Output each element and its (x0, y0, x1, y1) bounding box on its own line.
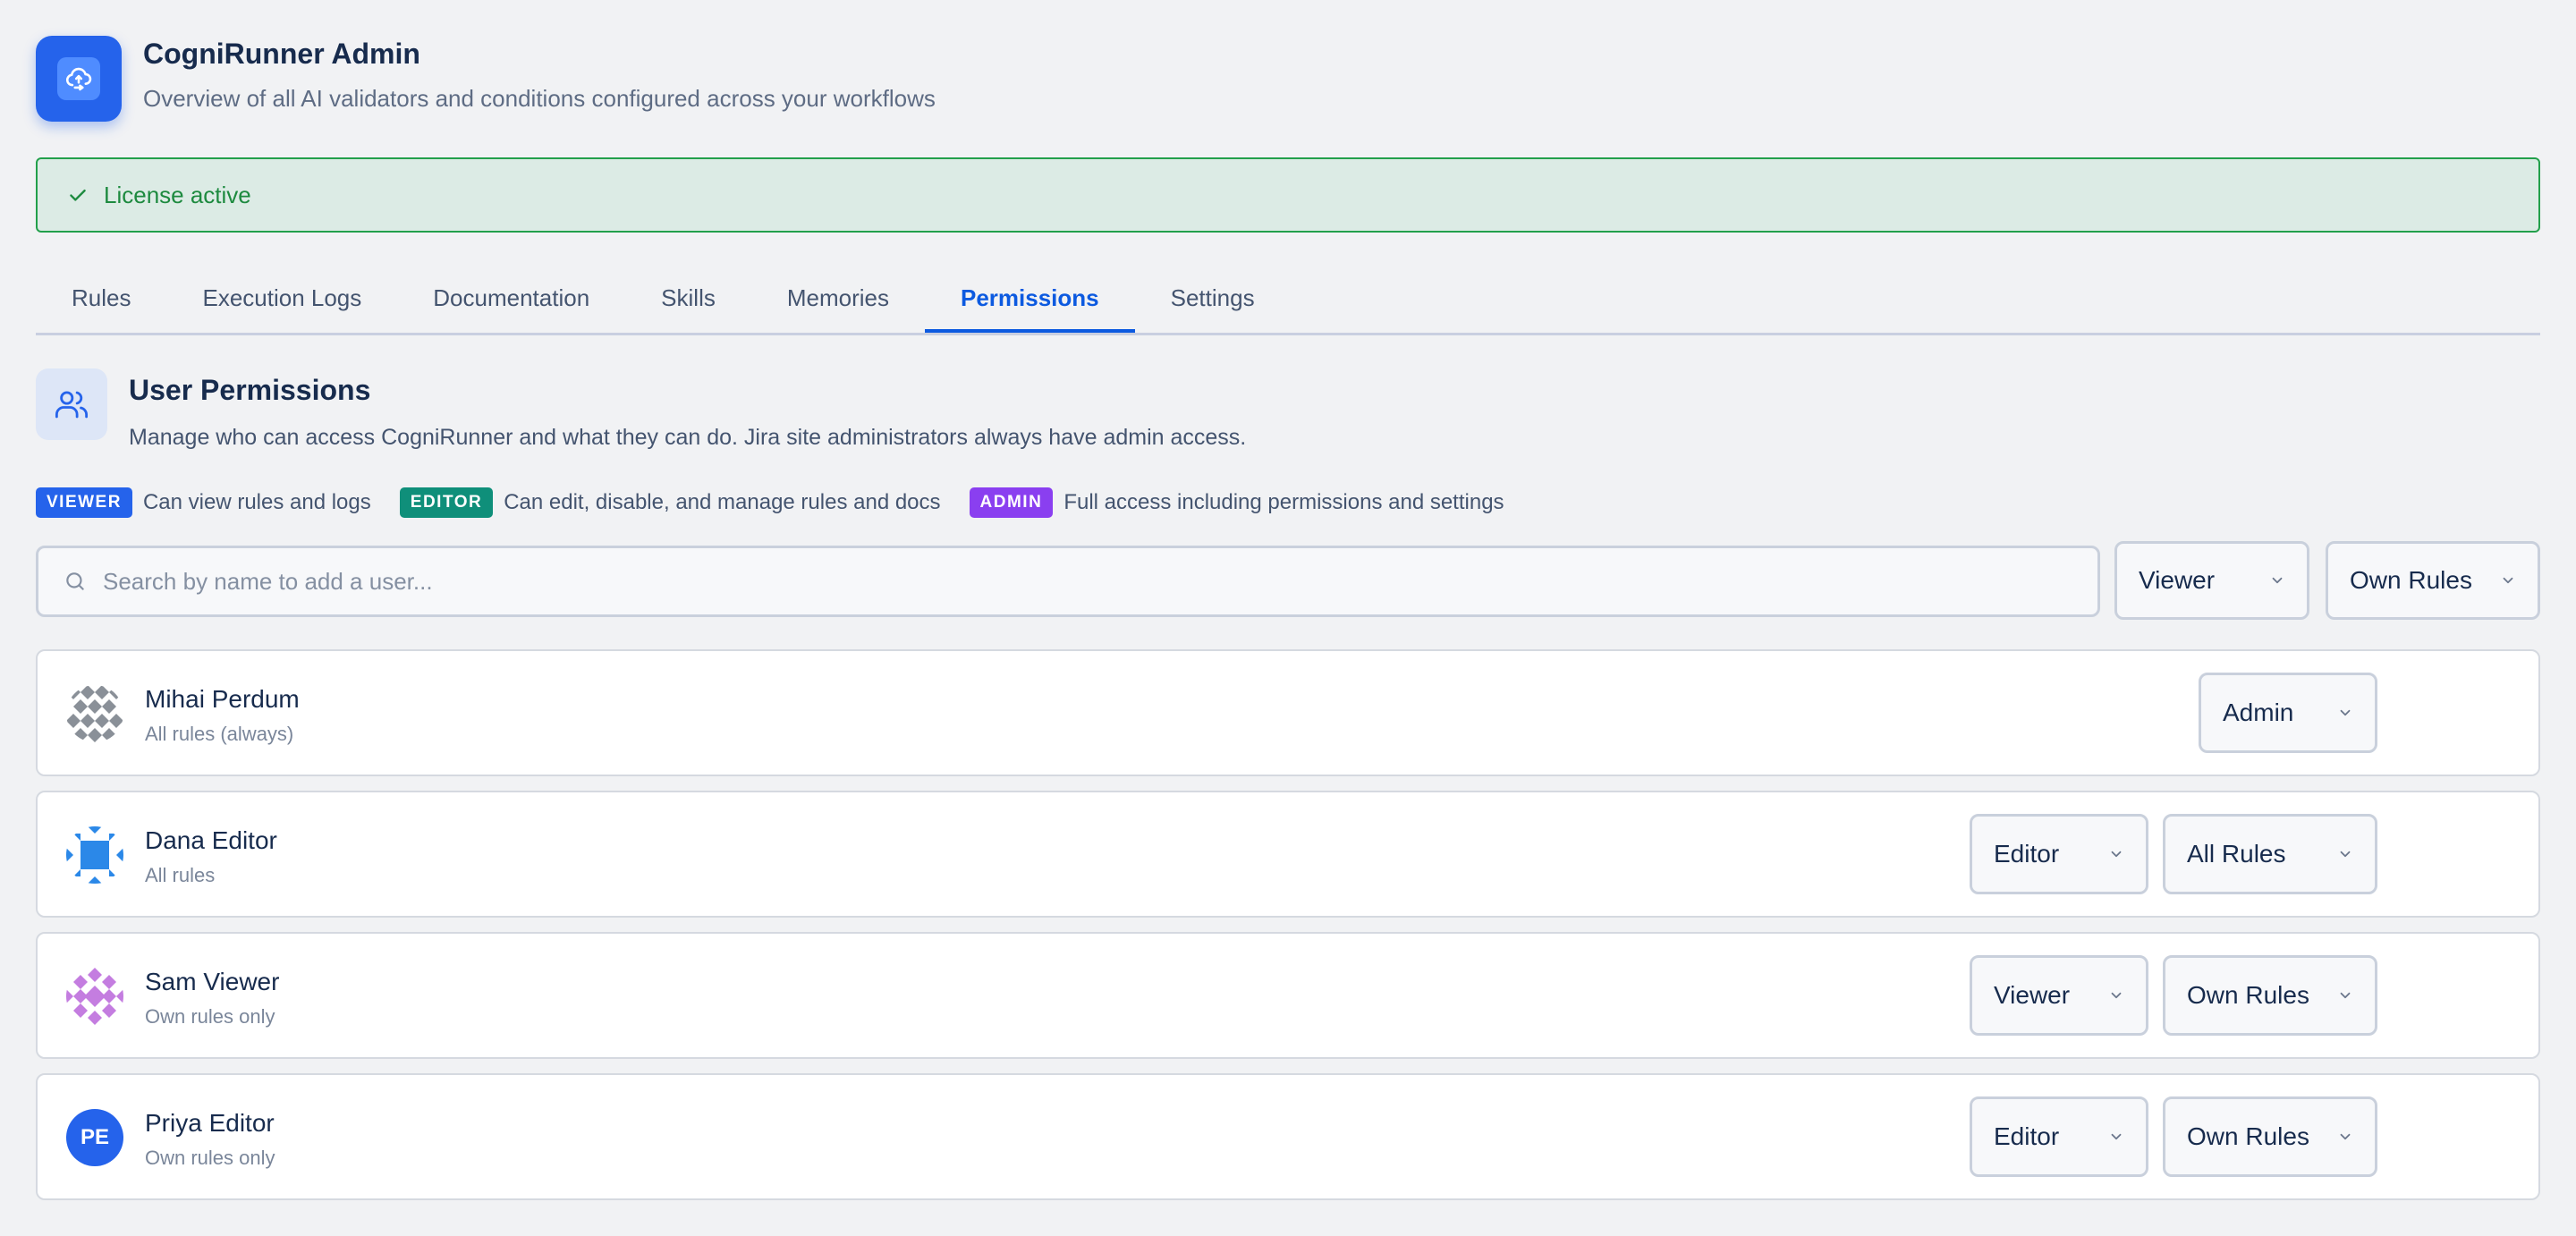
license-banner: License active (36, 157, 2540, 233)
avatar (66, 968, 123, 1025)
user-name: Priya Editor (145, 1109, 275, 1137)
chevron-down-icon (2111, 851, 2122, 858)
user-role-select[interactable]: Admin (2199, 673, 2377, 753)
user-role-select[interactable]: Viewer (1970, 955, 2148, 1036)
tab-memories[interactable]: Memories (751, 268, 925, 333)
tab-execution-logs[interactable]: Execution Logs (166, 268, 397, 333)
users-icon (55, 391, 89, 419)
user-row: PE Priya Editor Own rules only Editor Ow… (36, 1073, 2540, 1200)
app-title: CogniRunner Admin (143, 38, 420, 70)
user-scope-select[interactable]: Own Rules (2163, 955, 2377, 1036)
chevron-down-icon (2503, 577, 2513, 584)
license-status: License active (104, 181, 251, 208)
chevron-down-icon (2340, 1133, 2351, 1140)
new-user-scope-select[interactable]: Own Rules (2326, 541, 2540, 620)
new-user-role-value: Viewer (2139, 566, 2216, 594)
user-search-input[interactable]: Search by name to add a user... (36, 546, 2100, 617)
tab-permissions[interactable]: Permissions (924, 268, 1135, 333)
chevron-down-icon (2340, 709, 2351, 716)
check-icon (70, 189, 86, 201)
tab-settings[interactable]: Settings (1135, 268, 1291, 333)
user-scope-value: Own Rules (2187, 981, 2309, 1009)
role-legend: VIEWER Can view rules and logs EDITOR Ca… (36, 487, 1533, 518)
cloud-sync-icon (65, 67, 92, 91)
user-role-select[interactable]: Editor (1970, 814, 2148, 894)
chevron-down-icon (2272, 577, 2283, 584)
user-scope-text: Own rules only (145, 1147, 275, 1169)
user-role-select[interactable]: Editor (1970, 1096, 2148, 1177)
chevron-down-icon (2111, 992, 2122, 999)
user-scope-select[interactable]: All Rules (2163, 814, 2377, 894)
user-role-value: Editor (1994, 1122, 2060, 1150)
app-subtitle: Overview of all AI validators and condit… (143, 85, 936, 112)
admin-page: CogniRunner Admin Overview of all AI val… (0, 0, 2576, 1236)
user-row: Mihai Perdum All rules (always) Admin (36, 649, 2540, 776)
app-header: CogniRunner Admin Overview of all AI val… (36, 36, 936, 122)
viewer-badge: VIEWER (36, 487, 132, 518)
admin-badge: ADMIN (969, 487, 1054, 518)
new-user-scope-value: Own Rules (2350, 566, 2472, 594)
identicon-icon (66, 685, 123, 742)
identicon-icon (66, 826, 123, 884)
user-name: Dana Editor (145, 826, 277, 854)
user-row: Dana Editor All rules Editor All Rules (36, 791, 2540, 918)
user-scope-value: All Rules (2187, 840, 2286, 868)
admin-description: Full access including permissions and se… (1063, 490, 1504, 514)
avatar (66, 685, 123, 742)
editor-badge: EDITOR (399, 487, 494, 518)
user-role-value: Editor (1994, 840, 2060, 868)
user-role-value: Viewer (1994, 981, 2071, 1009)
section-icon-box (36, 368, 107, 440)
tab-rules[interactable]: Rules (36, 268, 166, 333)
chevron-down-icon (2340, 851, 2351, 858)
user-name: Mihai Perdum (145, 685, 300, 713)
app-logo (36, 36, 122, 122)
user-name: Sam Viewer (145, 968, 280, 995)
user-scope-text: Own rules only (145, 1005, 275, 1028)
search-placeholder: Search by name to add a user... (103, 567, 433, 595)
permissions-section-header: User Permissions Manage who can access C… (36, 368, 1246, 451)
search-icon (66, 572, 84, 590)
avatar (66, 826, 123, 884)
user-role-value: Admin (2223, 698, 2294, 726)
tab-bar: Rules Execution Logs Documentation Skill… (36, 268, 2540, 335)
chevron-down-icon (2340, 992, 2351, 999)
user-scope-text: All rules (145, 864, 216, 886)
editor-description: Can edit, disable, and manage rules and … (504, 490, 941, 514)
new-user-role-select[interactable]: Viewer (2114, 541, 2309, 620)
tab-skills[interactable]: Skills (625, 268, 751, 333)
tab-documentation[interactable]: Documentation (397, 268, 625, 333)
chevron-down-icon (2111, 1133, 2122, 1140)
identicon-icon (66, 968, 123, 1025)
user-scope-select[interactable]: Own Rules (2163, 1096, 2377, 1177)
section-title: User Permissions (129, 374, 371, 406)
section-description: Manage who can access CogniRunner and wh… (129, 425, 1247, 450)
viewer-description: Can view rules and logs (142, 490, 371, 514)
user-scope-text: All rules (always) (145, 723, 294, 745)
user-scope-value: Own Rules (2187, 1122, 2309, 1150)
user-row: Sam Viewer Own rules only Viewer Own Rul… (36, 932, 2540, 1059)
avatar: PE (66, 1109, 123, 1166)
